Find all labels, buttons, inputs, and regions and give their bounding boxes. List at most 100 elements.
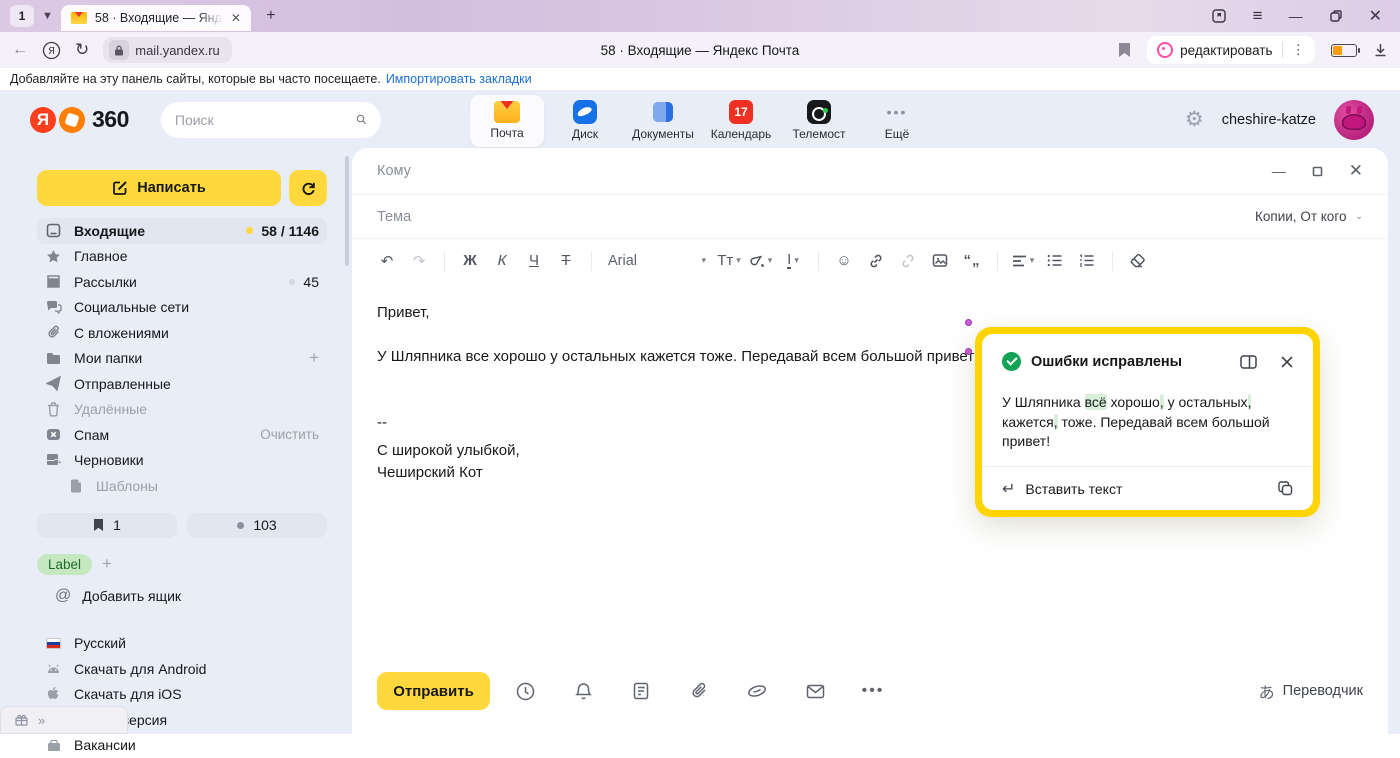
svg-text:Я: Я: [48, 46, 55, 57]
vacancies-link[interactable]: Вакансии: [37, 733, 327, 758]
sidebar-scrollbar[interactable]: [345, 156, 349, 266]
unread-filter-pill[interactable]: 103: [187, 513, 327, 538]
header-search[interactable]: [161, 102, 381, 138]
bookmarked-filter-pill[interactable]: 1: [37, 513, 177, 538]
yandex-360-logo[interactable]: Я 360: [30, 106, 129, 133]
refresh-icon[interactable]: ↻: [75, 40, 89, 60]
attach-file-button[interactable]: [676, 674, 722, 708]
highlight-color-button[interactable]: ▾: [746, 246, 776, 276]
subject-row[interactable]: Тема Копии, От кого ⌄: [352, 195, 1388, 239]
app-disk[interactable]: Диск: [548, 95, 622, 147]
translator-toggle[interactable]: あ Переводчик: [1259, 679, 1363, 703]
new-tab-button[interactable]: +: [259, 4, 283, 28]
edit-extension-button[interactable]: редактировать ⋮: [1147, 36, 1315, 64]
app-telemost[interactable]: Телемост: [782, 95, 856, 147]
numbered-list-button[interactable]: [1072, 246, 1102, 276]
compose-button[interactable]: Написать: [37, 170, 281, 206]
folder-my-folders[interactable]: Мои папки +: [37, 346, 327, 372]
add-label-icon[interactable]: +: [102, 554, 112, 574]
insert-link-button[interactable]: [861, 246, 891, 276]
yandex-360-header: Я 360 Почта Диск Документы 17 Календарь …: [0, 91, 1400, 148]
bookmark-flag-icon[interactable]: [1118, 42, 1131, 58]
text-color-button[interactable]: I▾: [778, 246, 808, 276]
compose-expand-icon[interactable]: [1312, 166, 1323, 177]
app-calendar[interactable]: 17 Календарь: [704, 95, 778, 147]
window-minimize-icon[interactable]: —: [1289, 8, 1303, 24]
redo-button[interactable]: ↷: [404, 246, 434, 276]
folder-deleted[interactable]: Удалённые: [37, 397, 327, 423]
downloads-icon[interactable]: [1373, 42, 1388, 58]
tab-close-icon[interactable]: ✕: [231, 11, 241, 25]
sidebar-panel-icon[interactable]: [1211, 8, 1227, 24]
attach-from-disk-button[interactable]: [734, 674, 780, 708]
quote-button[interactable]: “„: [957, 246, 987, 276]
folder-attachments[interactable]: С вложениями: [37, 320, 327, 346]
import-bookmarks-link[interactable]: Импортировать закладки: [386, 72, 532, 86]
user-avatar[interactable]: [1334, 100, 1374, 140]
app-mail[interactable]: Почта: [470, 95, 544, 147]
italic-button[interactable]: К: [487, 246, 517, 276]
emoji-button[interactable]: ☺: [829, 246, 859, 276]
edit-extension-more-icon[interactable]: ⋮: [1292, 42, 1306, 58]
align-button[interactable]: ▾: [1008, 246, 1038, 276]
clear-formatting-button[interactable]: [1123, 246, 1153, 276]
url-field[interactable]: mail.yandex.ru: [103, 37, 232, 63]
battery-icon[interactable]: [1331, 44, 1357, 57]
compose-close-icon[interactable]: ✕: [1349, 161, 1363, 181]
back-icon[interactable]: ←: [12, 41, 28, 59]
folder-sent[interactable]: Отправленные: [37, 371, 327, 397]
popup-close-icon[interactable]: [1281, 356, 1293, 368]
settings-gear-icon[interactable]: ⚙: [1185, 107, 1204, 132]
corner-widget[interactable]: »: [0, 706, 128, 734]
browser-menu-icon[interactable]: ≡: [1253, 6, 1263, 26]
font-size-button[interactable]: Тт▾: [714, 246, 744, 276]
undo-button[interactable]: ↶: [372, 246, 402, 276]
add-mailbox-item[interactable]: @ Добавить ящик: [37, 587, 327, 605]
language-link[interactable]: Русский: [37, 631, 327, 657]
yandex-360-o-icon: [59, 107, 85, 133]
download-android-link[interactable]: Скачать для Android: [37, 656, 327, 682]
window-close-icon[interactable]: ✕: [1369, 6, 1382, 26]
bullet-list-button[interactable]: [1040, 246, 1070, 276]
remove-link-button[interactable]: [893, 246, 923, 276]
yandex-profile-icon[interactable]: Я: [42, 41, 61, 60]
tab-list-chevron-icon[interactable]: ▼: [42, 10, 53, 22]
label-pill[interactable]: Label: [37, 554, 92, 575]
strikethrough-button[interactable]: Т: [551, 246, 581, 276]
underline-button[interactable]: Ч: [519, 246, 549, 276]
folder-drafts[interactable]: Черновики: [37, 448, 327, 474]
bold-button[interactable]: Ж: [455, 246, 485, 276]
compose-minimize-icon[interactable]: —: [1272, 163, 1286, 179]
folder-newsletters[interactable]: Рассылки 45: [37, 269, 327, 295]
insert-image-button[interactable]: [925, 246, 955, 276]
open-side-panel-icon[interactable]: [1240, 355, 1257, 369]
download-ios-link[interactable]: Скачать для iOS: [37, 682, 327, 708]
search-input[interactable]: [175, 112, 356, 128]
recipient-row[interactable]: Кому — ✕: [352, 148, 1388, 195]
folder-spam[interactable]: Спам Очистить: [37, 422, 327, 448]
more-options-button[interactable]: •••: [850, 674, 896, 708]
search-icon[interactable]: [356, 111, 367, 128]
send-button[interactable]: Отправить: [377, 672, 490, 710]
template-button[interactable]: [618, 674, 664, 708]
app-documents[interactable]: Документы: [626, 95, 700, 147]
attach-from-mail-button[interactable]: [792, 674, 838, 708]
schedule-send-button[interactable]: [502, 674, 548, 708]
folder-templates[interactable]: Шаблоны: [37, 473, 327, 499]
copies-from-toggle[interactable]: Копии, От кого ⌄: [1255, 209, 1363, 224]
tab-count-button[interactable]: 1: [10, 5, 34, 27]
clear-spam-link[interactable]: Очистить: [260, 427, 319, 442]
reminder-button[interactable]: [560, 674, 606, 708]
add-folder-icon[interactable]: +: [309, 348, 319, 368]
window-restore-icon[interactable]: [1329, 9, 1343, 23]
lock-icon[interactable]: [109, 40, 129, 60]
font-family-select[interactable]: Arial ▾: [602, 253, 712, 269]
folder-main[interactable]: Главное: [37, 244, 327, 270]
copy-icon[interactable]: [1278, 481, 1293, 496]
active-tab[interactable]: 58 · Входящие — Яндек ✕: [61, 5, 251, 31]
folder-inbox[interactable]: Входящие 58 / 1146: [37, 218, 327, 244]
insert-text-button[interactable]: Вставить текст: [1025, 481, 1122, 497]
refresh-mail-button[interactable]: [289, 170, 327, 206]
folder-social[interactable]: Социальные сети: [37, 295, 327, 321]
app-more[interactable]: ••• Ещё: [860, 95, 934, 147]
